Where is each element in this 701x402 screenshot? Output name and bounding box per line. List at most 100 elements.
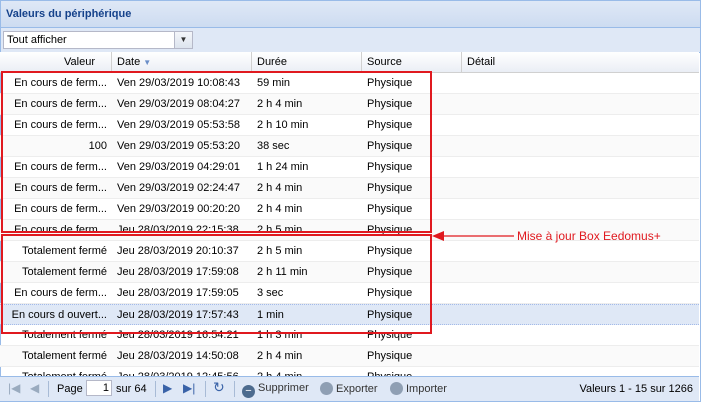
cell-date: Jeu 28/03/2019 17:59:05 (117, 287, 239, 299)
cell-duration: 1 min (257, 309, 284, 321)
cell-value: Totalement fermé (22, 266, 107, 278)
first-page-icon[interactable]: |◀ (8, 381, 20, 395)
filter-toolbar: Tout afficher ▼ (1, 28, 700, 53)
page-count-label: sur 64 (116, 383, 147, 395)
cell-value: Totalement fermé (22, 245, 107, 257)
cell-value: En cours de ferm... (14, 119, 107, 131)
cell-duration: 59 min (257, 77, 291, 89)
cell-source: Physique (367, 287, 413, 299)
cell-duration: 2 h 4 min (257, 350, 303, 362)
page-number-input[interactable]: 1 (86, 380, 112, 396)
panel-title: Valeurs du périphérique (1, 1, 700, 28)
table-row[interactable]: En cours d ouvert... Jeu 28/03/2019 17:57… (0, 304, 699, 325)
import-button[interactable]: Importer (390, 382, 447, 395)
prev-page-icon[interactable]: ◀ (30, 381, 39, 395)
cell-source: Physique (367, 119, 413, 131)
cell-date: Jeu 28/03/2019 20:10:37 (117, 245, 239, 257)
cell-date: Ven 29/03/2019 00:20:20 (117, 203, 240, 215)
cell-duration: 3 sec (257, 287, 284, 299)
cell-value: Totalement fermé (22, 350, 107, 362)
cell-value: En cours de ferm... (14, 77, 107, 89)
cell-source: Physique (367, 309, 413, 321)
refresh-icon[interactable]: ↻ (213, 379, 225, 396)
cell-source: Physique (367, 245, 413, 257)
cell-duration: 2 h 4 min (257, 182, 303, 194)
paging-toolbar: |◀ ◀ Page 1 sur 64 ▶ ▶| ↻ − Supprimer Exp… (0, 376, 699, 401)
grid-header: Valeur Date ▼ Durée Source Détail (0, 52, 699, 73)
cell-duration: 2 h 11 min (257, 266, 308, 278)
paging-info: Valeurs 1 - 15 sur 1266 (579, 383, 693, 395)
cell-source: Physique (367, 182, 413, 194)
export-icon (320, 382, 333, 395)
table-row[interactable]: Totalement fermé Jeu 28/03/2019 14:50:08 2… (0, 346, 699, 367)
table-row[interactable]: En cours de ferm... Ven 29/03/2019 00:20:… (0, 199, 699, 220)
cell-value: En cours de ferm... (14, 98, 107, 110)
cell-date: Ven 29/03/2019 08:04:27 (117, 98, 240, 110)
cell-duration: 2 h 5 min (257, 245, 303, 257)
cell-duration: 38 sec (257, 140, 290, 152)
import-icon (390, 382, 403, 395)
cell-value: En cours de ferm... (14, 287, 107, 299)
page-label: Page (57, 383, 83, 395)
cell-value: En cours de ferm... (14, 161, 107, 173)
column-header-detail[interactable]: Détail (462, 52, 699, 72)
last-page-icon[interactable]: ▶| (183, 381, 195, 395)
cell-date: Jeu 28/03/2019 14:50:08 (117, 350, 239, 362)
cell-duration: 1 h 24 min (257, 161, 309, 173)
cell-date: Ven 29/03/2019 05:53:20 (117, 140, 240, 152)
annotation-label: Mise à jour Box Eedomus+ (517, 229, 661, 243)
cell-source: Physique (367, 329, 413, 341)
cell-source: Physique (367, 77, 413, 89)
cell-date: Ven 29/03/2019 04:29:01 (117, 161, 240, 173)
cell-date: Ven 29/03/2019 10:08:43 (117, 77, 240, 89)
table-row[interactable]: En cours de ferm... Ven 29/03/2019 04:29:… (0, 157, 699, 178)
cell-date: Ven 29/03/2019 05:53:58 (117, 119, 240, 131)
table-row[interactable]: En cours de ferm... Jeu 28/03/2019 17:59:… (0, 283, 699, 304)
export-button[interactable]: Exporter (320, 382, 378, 395)
cell-duration: 2 h 4 min (257, 98, 303, 110)
delete-button[interactable]: − Supprimer (242, 382, 309, 398)
separator (155, 381, 156, 397)
separator (48, 381, 49, 397)
table-row[interactable]: En cours de ferm... Ven 29/03/2019 05:53:… (0, 115, 699, 136)
cell-date: Jeu 28/03/2019 16:54:21 (117, 329, 239, 341)
cell-source: Physique (367, 203, 413, 215)
cell-value: 100 (88, 140, 107, 152)
cell-value: En cours de ferm... (14, 203, 107, 215)
cell-date: Jeu 28/03/2019 22:15:38 (117, 224, 239, 236)
cell-source: Physique (367, 140, 413, 152)
column-header-duration[interactable]: Durée (252, 52, 362, 72)
column-header-value[interactable]: Valeur (0, 52, 112, 72)
cell-source: Physique (367, 266, 413, 278)
separator (205, 381, 206, 397)
table-row[interactable]: Totalement fermé Jeu 28/03/2019 16:54:21 1… (0, 325, 699, 346)
cell-duration: 2 h 5 min (257, 224, 303, 236)
filter-select[interactable]: Tout afficher ▼ (3, 31, 193, 49)
filter-select-value: Tout afficher (7, 34, 67, 46)
cell-source: Physique (367, 161, 413, 173)
cell-value: En cours d ouvert... (11, 309, 107, 321)
column-header-date[interactable]: Date ▼ (112, 52, 252, 72)
cell-date: Ven 29/03/2019 02:24:47 (117, 182, 240, 194)
cell-value: En cours de ferm... (14, 182, 107, 194)
cell-date: Jeu 28/03/2019 17:57:43 (117, 309, 239, 321)
chevron-down-icon[interactable]: ▼ (174, 32, 192, 48)
column-header-source[interactable]: Source (362, 52, 462, 72)
table-row[interactable]: Totalement fermé Jeu 28/03/2019 17:59:08 2… (0, 262, 699, 283)
annotation-arrow (432, 231, 514, 241)
sort-desc-icon: ▼ (143, 58, 152, 67)
cell-duration: 2 h 10 min (257, 119, 309, 131)
separator (234, 381, 235, 397)
cell-duration: 2 h 4 min (257, 203, 303, 215)
table-row[interactable]: Totalement fermé Jeu 28/03/2019 20:10:37 2… (0, 241, 699, 262)
cell-value: En cours de ferm... (14, 224, 107, 236)
delete-icon: − (242, 385, 255, 398)
table-row[interactable]: En cours de ferm... Ven 29/03/2019 02:24:… (0, 178, 699, 199)
table-row[interactable]: 100 Ven 29/03/2019 05:53:20 38 sec Physique (0, 136, 699, 157)
next-page-icon[interactable]: ▶ (163, 381, 172, 395)
cell-source: Physique (367, 98, 413, 110)
table-row[interactable]: En cours de ferm... Ven 29/03/2019 08:04:… (0, 94, 699, 115)
table-row[interactable]: En cours de ferm... Ven 29/03/2019 10:08:… (0, 73, 699, 94)
cell-value: Totalement fermé (22, 329, 107, 341)
cell-date: Jeu 28/03/2019 17:59:08 (117, 266, 239, 278)
